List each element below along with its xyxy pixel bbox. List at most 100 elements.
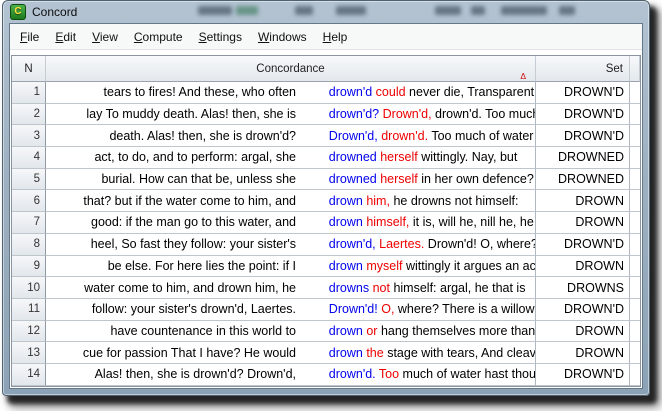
- row-number-cell[interactable]: 5: [12, 169, 46, 191]
- table-row[interactable]: 14 Alas! then, she is drown'd? Drown'd, …: [12, 364, 640, 386]
- table-row[interactable]: 12 have countenance in this world to dro…: [12, 321, 640, 343]
- concordance-cell[interactable]: that? but if the water come to him, and …: [46, 190, 536, 212]
- node-word[interactable]: drown: [329, 194, 363, 208]
- table-row[interactable]: 10 water come to him, and drown him, he …: [12, 277, 640, 299]
- table-row[interactable]: 9 be else. For here lies the point: if I…: [12, 256, 640, 278]
- set-cell[interactable]: DROWN: [536, 342, 630, 364]
- table-row[interactable]: 1 tears to fires! And these, who often d…: [12, 82, 640, 104]
- concordance-cell[interactable]: be else. For here lies the point: if I d…: [46, 256, 536, 278]
- collocate-word[interactable]: herself: [380, 172, 418, 186]
- node-word[interactable]: Drown'd,: [329, 129, 378, 143]
- table-row[interactable]: 11 follow: your sister's drown'd, Laerte…: [12, 299, 640, 321]
- app-icon[interactable]: C: [10, 4, 26, 20]
- menu-item-edit[interactable]: Edit: [47, 27, 84, 47]
- row-number-cell[interactable]: 10: [12, 277, 46, 299]
- set-cell[interactable]: DROWN: [536, 321, 630, 343]
- collocate-word[interactable]: or: [366, 324, 377, 338]
- collocate-word[interactable]: drown'd.: [381, 129, 428, 143]
- concordance-cell[interactable]: lay To muddy death. Alas! then, she is d…: [46, 104, 536, 126]
- concordance-cell[interactable]: burial. How can that be, unless she drow…: [46, 169, 536, 191]
- set-cell[interactable]: DROWN'D: [536, 364, 630, 386]
- menu-item-help[interactable]: Help: [315, 27, 356, 47]
- row-number-cell[interactable]: 12: [12, 321, 46, 343]
- table-row[interactable]: 2 lay To muddy death. Alas! then, she is…: [12, 104, 640, 126]
- titlebar[interactable]: C Concord: [3, 1, 649, 23]
- table-row[interactable]: 5 burial. How can that be, unless she dr…: [12, 169, 640, 191]
- row-number-cell[interactable]: 8: [12, 234, 46, 256]
- column-header-n[interactable]: N: [12, 56, 46, 82]
- column-header-concordance[interactable]: Concordance Δ: [46, 56, 536, 82]
- collocate-word[interactable]: Too: [379, 367, 399, 381]
- table-row[interactable]: 4 act, to do, and to perform: argal, she…: [12, 147, 640, 169]
- node-word[interactable]: drown'd,: [329, 237, 376, 251]
- menu-item-compute[interactable]: Compute: [126, 27, 191, 47]
- collocate-word[interactable]: the: [366, 346, 383, 360]
- row-number-cell[interactable]: 4: [12, 147, 46, 169]
- menu-item-file[interactable]: File: [12, 27, 47, 47]
- table-row[interactable]: 3 death. Alas! then, she is drown'd? Dro…: [12, 125, 640, 147]
- concordance-cell[interactable]: heel, So fast they follow: your sister's…: [46, 234, 536, 256]
- set-cell[interactable]: DROWN: [536, 212, 630, 234]
- concordance-cell[interactable]: act, to do, and to perform: argal, she d…: [46, 147, 536, 169]
- row-number-cell[interactable]: 11: [12, 299, 46, 321]
- collocate-word[interactable]: herself: [380, 150, 418, 164]
- table-row[interactable]: 8 heel, So fast they follow: your sister…: [12, 234, 640, 256]
- node-word[interactable]: drowns: [329, 281, 369, 295]
- set-cell[interactable]: DROWN'D: [536, 125, 630, 147]
- concordance-cell[interactable]: good: if the man go to this water, and d…: [46, 212, 536, 234]
- set-cell[interactable]: DROWNS: [536, 277, 630, 299]
- concordance-cell[interactable]: tears to fires! And these, who often dro…: [46, 82, 536, 104]
- row-number-cell[interactable]: 3: [12, 125, 46, 147]
- set-cell[interactable]: DROWN'D: [536, 82, 630, 104]
- concordance-cell[interactable]: have countenance in this world to drown …: [46, 321, 536, 343]
- concordance-cell[interactable]: cue for passion That I have? He would dr…: [46, 342, 536, 364]
- set-cell[interactable]: DROWN'D: [536, 299, 630, 321]
- collocate-word[interactable]: could: [376, 85, 406, 99]
- node-word[interactable]: drown'd: [329, 85, 372, 99]
- set-cell[interactable]: DROWNED: [536, 169, 630, 191]
- concordance-cell[interactable]: water come to him, and drown him, he dro…: [46, 277, 536, 299]
- collocate-word[interactable]: O,: [381, 302, 394, 316]
- node-word[interactable]: drown: [329, 346, 363, 360]
- table-row[interactable]: 7 good: if the man go to this water, and…: [12, 212, 640, 234]
- column-header-set[interactable]: Set: [536, 56, 630, 82]
- collocate-word[interactable]: myself: [366, 259, 402, 273]
- node-word[interactable]: drown: [329, 259, 363, 273]
- menu-item-settings[interactable]: Settings: [191, 27, 250, 47]
- set-cell[interactable]: DROWN'D: [536, 104, 630, 126]
- set-cell[interactable]: DROWN'D: [536, 234, 630, 256]
- row-number-cell[interactable]: 14: [12, 364, 46, 386]
- collocate-word[interactable]: Laertes.: [379, 237, 424, 251]
- node-word[interactable]: drown: [329, 215, 363, 229]
- background-blur-blob: [336, 6, 366, 15]
- right-context: much of water hast thou,: [403, 367, 536, 381]
- node-word[interactable]: drowned: [329, 150, 377, 164]
- collocate-word[interactable]: Drown'd,: [383, 107, 432, 121]
- table-row[interactable]: 13 cue for passion That I have? He would…: [12, 342, 640, 364]
- stub-cell: [630, 169, 640, 191]
- set-cell[interactable]: DROWNED: [536, 147, 630, 169]
- row-number-cell[interactable]: 6: [12, 190, 46, 212]
- concordance-cell[interactable]: Alas! then, she is drown'd? Drown'd, dro…: [46, 364, 536, 386]
- row-number-cell[interactable]: 7: [12, 212, 46, 234]
- menu-item-view[interactable]: View: [84, 27, 126, 47]
- set-cell[interactable]: DROWN: [536, 190, 630, 212]
- concordance-cell[interactable]: follow: your sister's drown'd, Laertes. …: [46, 299, 536, 321]
- row-number-cell[interactable]: 9: [12, 256, 46, 278]
- node-word[interactable]: drown'd.: [329, 367, 376, 381]
- column-header-stub: [630, 56, 640, 82]
- collocate-word[interactable]: not: [373, 281, 390, 295]
- set-cell[interactable]: DROWN: [536, 256, 630, 278]
- node-word[interactable]: drown'd?: [329, 107, 379, 121]
- collocate-word[interactable]: him,: [366, 194, 390, 208]
- node-word[interactable]: drowned: [329, 172, 377, 186]
- row-number-cell[interactable]: 13: [12, 342, 46, 364]
- concordance-cell[interactable]: death. Alas! then, she is drown'd? Drown…: [46, 125, 536, 147]
- table-row[interactable]: 6 that? but if the water come to him, an…: [12, 190, 640, 212]
- row-number-cell[interactable]: 2: [12, 104, 46, 126]
- collocate-word[interactable]: himself,: [366, 215, 409, 229]
- node-word[interactable]: drown: [329, 324, 363, 338]
- menu-item-windows[interactable]: Windows: [250, 27, 315, 47]
- node-word[interactable]: Drown'd!: [329, 302, 378, 316]
- row-number-cell[interactable]: 1: [12, 82, 46, 104]
